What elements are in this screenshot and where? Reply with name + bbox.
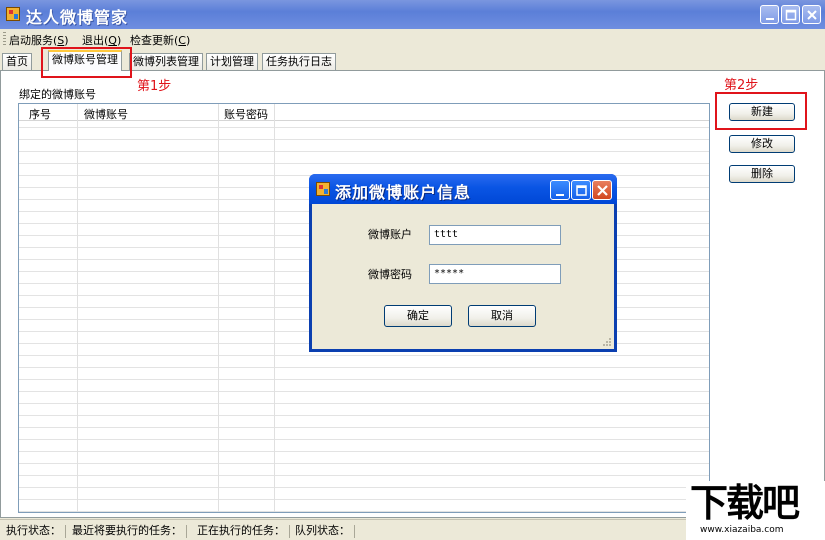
maximize-icon bbox=[785, 9, 797, 21]
table-header: 序号 微博账号 账号密码 bbox=[19, 104, 709, 121]
account-label: 微博账户 bbox=[368, 228, 412, 241]
tab-weibo-list[interactable]: 微博列表管理 bbox=[129, 53, 203, 70]
dialog-maximize-button[interactable] bbox=[571, 180, 591, 200]
menu-exit[interactable]: 退出(Q) bbox=[82, 32, 121, 48]
dialog-title-bar: 添加微博账户信息 bbox=[309, 174, 617, 204]
cancel-button[interactable]: 取消 bbox=[468, 305, 536, 327]
maximize-icon bbox=[576, 185, 587, 196]
window-title: 达人微博管家 bbox=[26, 8, 129, 27]
watermark-url: www.xiazaiba.com bbox=[700, 525, 784, 535]
menu-grip bbox=[3, 32, 6, 45]
minimize-icon bbox=[556, 194, 564, 196]
status-exec: 执行状态： bbox=[6, 525, 66, 538]
password-label: 微博密码 bbox=[368, 268, 412, 281]
groupbox-label: 绑定的微博账号 bbox=[19, 88, 96, 101]
add-account-dialog: 添加微博账户信息 微博账户 tttt 微博密码 ***** 确定 取消 bbox=[309, 174, 617, 352]
dialog-body: 微博账户 tttt 微博密码 ***** 确定 取消 bbox=[312, 204, 614, 349]
column-divider bbox=[218, 104, 219, 512]
delete-button[interactable]: 删除 bbox=[729, 165, 795, 183]
step1-annotation: 第1步 bbox=[137, 79, 172, 94]
close-icon bbox=[807, 10, 817, 20]
status-next-task: 最近将要执行的任务： bbox=[72, 525, 187, 538]
column-divider bbox=[274, 104, 275, 512]
menu-check-update[interactable]: 检查更新(C) bbox=[130, 32, 190, 48]
col-header-index[interactable]: 序号 bbox=[29, 106, 51, 122]
dialog-app-icon bbox=[316, 182, 330, 196]
dialog-title: 添加微博账户信息 bbox=[335, 183, 472, 202]
tab-plan-management[interactable]: 计划管理 bbox=[206, 53, 258, 70]
minimize-icon bbox=[766, 18, 774, 20]
maximize-button[interactable] bbox=[781, 5, 800, 24]
step1-highlight-box bbox=[41, 47, 132, 78]
title-bar: 达人微博管家 bbox=[0, 0, 825, 29]
watermark-text: 下载吧 bbox=[690, 481, 800, 525]
tab-task-log[interactable]: 任务执行日志 bbox=[262, 53, 336, 70]
menu-bar: 启动服务(S) 退出(Q) 检查更新(C) bbox=[0, 29, 825, 48]
status-running-task: 正在执行的任务： bbox=[197, 525, 290, 538]
dialog-minimize-button[interactable] bbox=[550, 180, 570, 200]
col-header-password[interactable]: 账号密码 bbox=[224, 106, 268, 122]
account-input[interactable]: tttt bbox=[429, 225, 561, 245]
status-queue: 队列状态： bbox=[295, 525, 355, 538]
minimize-button[interactable] bbox=[760, 5, 779, 24]
edit-button[interactable]: 修改 bbox=[729, 135, 795, 153]
ok-button[interactable]: 确定 bbox=[384, 305, 452, 327]
column-divider bbox=[77, 104, 78, 512]
step2-annotation: 第2步 bbox=[724, 78, 759, 93]
col-header-account[interactable]: 微博账号 bbox=[84, 106, 128, 122]
tab-home[interactable]: 首页 bbox=[2, 53, 32, 70]
password-input[interactable]: ***** bbox=[429, 264, 561, 284]
resize-grip-icon[interactable] bbox=[600, 335, 612, 347]
new-button[interactable]: 新建 bbox=[729, 103, 795, 121]
app-icon bbox=[6, 7, 20, 21]
dialog-close-button[interactable] bbox=[592, 180, 612, 200]
watermark-logo: 下载吧 www.xiazaiba.com bbox=[686, 481, 825, 540]
menu-start-service[interactable]: 启动服务(S) bbox=[9, 32, 69, 48]
close-button[interactable] bbox=[802, 5, 821, 24]
close-icon bbox=[597, 185, 608, 196]
